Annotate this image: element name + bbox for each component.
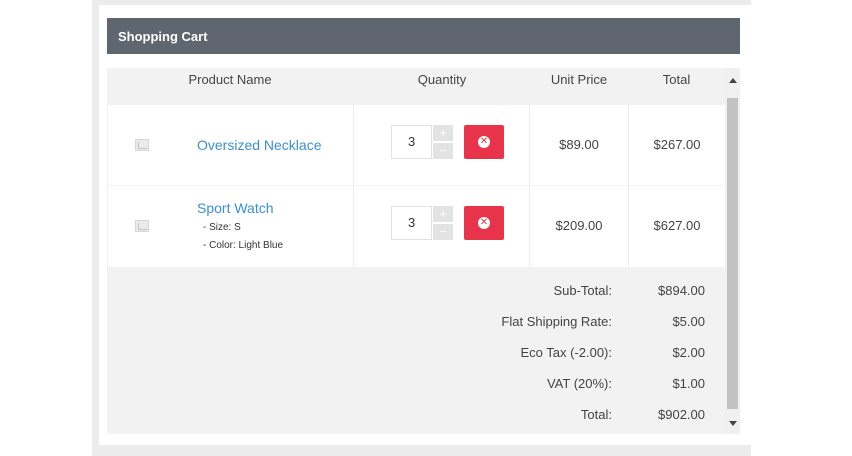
quantity-increment-button[interactable]: + (433, 206, 453, 222)
line-total: $267.00 (653, 137, 701, 152)
product-link[interactable]: Oversized Necklace (197, 137, 322, 153)
quantity-decrement-button[interactable]: − (433, 224, 453, 240)
product-link[interactable]: Sport Watch (197, 200, 274, 216)
summary-value-eco-tax: $2.00 (672, 345, 705, 360)
remove-icon: ✕ (478, 136, 490, 148)
quantity-input[interactable]: 3 (391, 206, 432, 240)
table-row: Sport Watch - Size: S - Color: Light Blu… (108, 186, 725, 267)
product-option: - Color: Light Blue (203, 240, 284, 251)
product-thumbnail[interactable] (135, 220, 149, 232)
summary-label-shipping: Flat Shipping Rate: (501, 314, 612, 329)
remove-item-button[interactable]: ✕ (464, 206, 504, 240)
summary-label-eco-tax: Eco Tax (-2.00): (520, 345, 612, 360)
table-row: Oversized Necklace 3 + − ✕ $89.00 $267.0… (108, 105, 725, 185)
unit-price: $209.00 (555, 218, 603, 233)
quantity-input[interactable]: 3 (391, 125, 432, 159)
scroll-up-arrow-icon[interactable] (729, 78, 737, 83)
cart-title: Shopping Cart (118, 28, 208, 44)
unit-price: $89.00 (559, 137, 599, 152)
remove-icon: ✕ (478, 217, 490, 229)
quantity-increment-button[interactable]: + (433, 125, 453, 141)
summary-value-vat: $1.00 (672, 376, 705, 391)
remove-item-button[interactable]: ✕ (464, 125, 504, 159)
summary-value-total: $902.00 (658, 407, 705, 422)
column-header-unit-price: Unit Price (550, 72, 608, 87)
column-header-product: Product Name (188, 72, 272, 87)
column-header-quantity: Quantity (417, 72, 467, 87)
summary-value-shipping: $5.00 (672, 314, 705, 329)
summary-label-total: Total: (580, 407, 612, 422)
product-thumbnail[interactable] (135, 139, 149, 151)
product-option: - Size: S (203, 222, 241, 233)
line-total: $627.00 (653, 218, 701, 233)
scrollbar-thumb[interactable] (727, 98, 738, 409)
cart-header: Shopping Cart (107, 18, 740, 54)
cart-table: Product Name Quantity Unit Price Total O… (107, 68, 740, 434)
summary-label-subtotal: Sub-Total: (553, 283, 612, 298)
cart-scrollbar[interactable] (725, 68, 740, 434)
quantity-decrement-button[interactable]: − (433, 143, 453, 159)
summary-value-subtotal: $894.00 (658, 283, 705, 298)
summary-label-vat: VAT (20%): (546, 376, 612, 391)
column-header-total: Total (662, 72, 691, 87)
scroll-down-arrow-icon[interactable] (729, 421, 737, 426)
